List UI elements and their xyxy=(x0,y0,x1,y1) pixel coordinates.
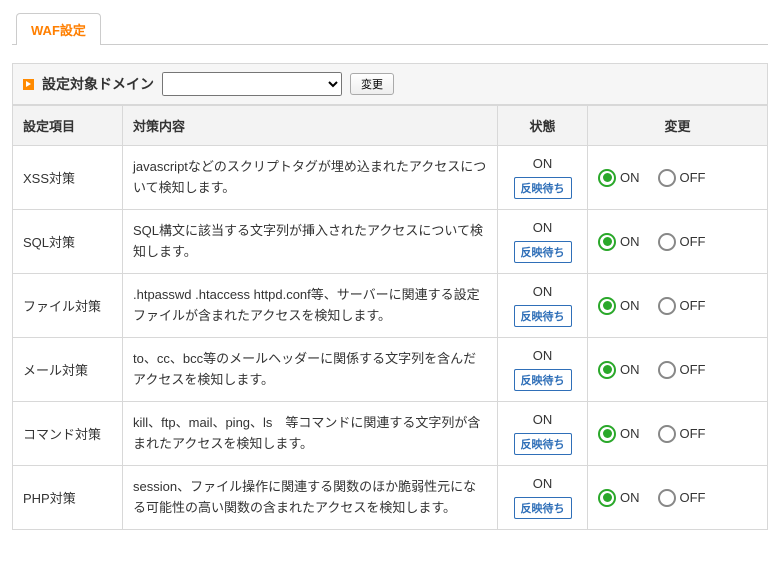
status-badge: 反映待ち xyxy=(514,177,572,199)
status-value: ON xyxy=(508,476,577,491)
radio-off-label: OFF xyxy=(680,490,706,505)
tab-waf-settings[interactable]: WAF設定 xyxy=(16,13,101,45)
arrow-bullet-icon xyxy=(23,79,34,90)
radio-on[interactable]: ON xyxy=(598,233,640,251)
row-change-cell: ON OFF xyxy=(588,466,768,530)
row-change-cell: ON OFF xyxy=(588,402,768,466)
radio-off[interactable]: OFF xyxy=(658,361,706,379)
radio-off[interactable]: OFF xyxy=(658,489,706,507)
row-item-name: コマンド対策 xyxy=(13,402,123,466)
header-item: 設定項目 xyxy=(13,106,123,146)
row-status-cell: ON 反映待ち xyxy=(498,146,588,210)
radio-group: ON OFF xyxy=(598,233,757,251)
radio-on-label: ON xyxy=(620,362,640,377)
domain-selection-bar: 設定対象ドメイン 変更 xyxy=(12,63,768,105)
row-description: kill、ftp、mail、ping、ls 等コマンドに関連する文字列が含まれた… xyxy=(123,402,498,466)
table-row: SQL対策SQL構文に該当する文字列が挿入されたアクセスについて検知します。ON… xyxy=(13,210,768,274)
radio-circle-icon xyxy=(598,489,616,507)
domain-label: 設定対象ドメイン xyxy=(42,74,154,94)
radio-circle-icon xyxy=(658,297,676,315)
radio-circle-icon xyxy=(598,233,616,251)
status-badge: 反映待ち xyxy=(514,241,572,263)
radio-off-label: OFF xyxy=(680,234,706,249)
row-description: session、ファイル操作に関連する関数のほか脆弱性元になる可能性の高い関数の… xyxy=(123,466,498,530)
row-description: javascriptなどのスクリプトタグが埋め込まれたアクセスについて検知します… xyxy=(123,146,498,210)
radio-on-label: ON xyxy=(620,490,640,505)
table-row: コマンド対策kill、ftp、mail、ping、ls 等コマンドに関連する文字… xyxy=(13,402,768,466)
radio-off-label: OFF xyxy=(680,298,706,313)
radio-on[interactable]: ON xyxy=(598,169,640,187)
radio-circle-icon xyxy=(598,169,616,187)
radio-circle-icon xyxy=(658,489,676,507)
row-item-name: メール対策 xyxy=(13,338,123,402)
header-status: 状態 xyxy=(498,106,588,146)
radio-circle-icon xyxy=(658,169,676,187)
row-status-cell: ON 反映待ち xyxy=(498,210,588,274)
row-description: SQL構文に該当する文字列が挿入されたアクセスについて検知します。 xyxy=(123,210,498,274)
radio-circle-icon xyxy=(658,361,676,379)
table-row: ファイル対策.htpasswd .htaccess httpd.conf等、サー… xyxy=(13,274,768,338)
radio-circle-icon xyxy=(598,361,616,379)
radio-circle-icon xyxy=(598,297,616,315)
radio-on[interactable]: ON xyxy=(598,297,640,315)
header-description: 対策内容 xyxy=(123,106,498,146)
tab-bar: WAF設定 xyxy=(12,12,768,45)
radio-off-label: OFF xyxy=(680,362,706,377)
row-item-name: PHP対策 xyxy=(13,466,123,530)
waf-settings-table: 設定項目 対策内容 状態 変更 XSS対策javascriptなどのスクリプトタ… xyxy=(12,105,768,530)
status-badge: 反映待ち xyxy=(514,433,572,455)
radio-on[interactable]: ON xyxy=(598,361,640,379)
row-item-name: ファイル対策 xyxy=(13,274,123,338)
radio-on[interactable]: ON xyxy=(598,425,640,443)
radio-on-label: ON xyxy=(620,298,640,313)
radio-off-label: OFF xyxy=(680,170,706,185)
status-value: ON xyxy=(508,220,577,235)
table-header-row: 設定項目 対策内容 状態 変更 xyxy=(13,106,768,146)
status-value: ON xyxy=(508,348,577,363)
row-change-cell: ON OFF xyxy=(588,338,768,402)
radio-off-label: OFF xyxy=(680,426,706,441)
row-description: .htpasswd .htaccess httpd.conf等、サーバーに関連す… xyxy=(123,274,498,338)
status-badge: 反映待ち xyxy=(514,305,572,327)
radio-circle-icon xyxy=(658,233,676,251)
status-value: ON xyxy=(508,284,577,299)
status-value: ON xyxy=(508,156,577,171)
radio-off[interactable]: OFF xyxy=(658,169,706,187)
status-value: ON xyxy=(508,412,577,427)
table-row: PHP対策session、ファイル操作に関連する関数のほか脆弱性元になる可能性の… xyxy=(13,466,768,530)
row-status-cell: ON 反映待ち xyxy=(498,338,588,402)
row-change-cell: ON OFF xyxy=(588,274,768,338)
table-row: XSS対策javascriptなどのスクリプトタグが埋め込まれたアクセスについて… xyxy=(13,146,768,210)
radio-group: ON OFF xyxy=(598,169,757,187)
domain-select[interactable] xyxy=(162,72,342,96)
status-badge: 反映待ち xyxy=(514,369,572,391)
radio-on-label: ON xyxy=(620,426,640,441)
radio-circle-icon xyxy=(598,425,616,443)
row-item-name: SQL対策 xyxy=(13,210,123,274)
radio-on-label: ON xyxy=(620,170,640,185)
radio-off[interactable]: OFF xyxy=(658,425,706,443)
radio-on-label: ON xyxy=(620,234,640,249)
radio-group: ON OFF xyxy=(598,297,757,315)
radio-off[interactable]: OFF xyxy=(658,297,706,315)
row-status-cell: ON 反映待ち xyxy=(498,402,588,466)
radio-group: ON OFF xyxy=(598,361,757,379)
header-change: 変更 xyxy=(588,106,768,146)
domain-change-button[interactable]: 変更 xyxy=(350,73,394,95)
table-row: メール対策to、cc、bcc等のメールヘッダーに関係する文字列を含んだアクセスを… xyxy=(13,338,768,402)
radio-group: ON OFF xyxy=(598,425,757,443)
radio-off[interactable]: OFF xyxy=(658,233,706,251)
row-description: to、cc、bcc等のメールヘッダーに関係する文字列を含んだアクセスを検知します… xyxy=(123,338,498,402)
row-change-cell: ON OFF xyxy=(588,146,768,210)
radio-circle-icon xyxy=(658,425,676,443)
row-status-cell: ON 反映待ち xyxy=(498,274,588,338)
radio-on[interactable]: ON xyxy=(598,489,640,507)
row-status-cell: ON 反映待ち xyxy=(498,466,588,530)
row-change-cell: ON OFF xyxy=(588,210,768,274)
radio-group: ON OFF xyxy=(598,489,757,507)
status-badge: 反映待ち xyxy=(514,497,572,519)
row-item-name: XSS対策 xyxy=(13,146,123,210)
